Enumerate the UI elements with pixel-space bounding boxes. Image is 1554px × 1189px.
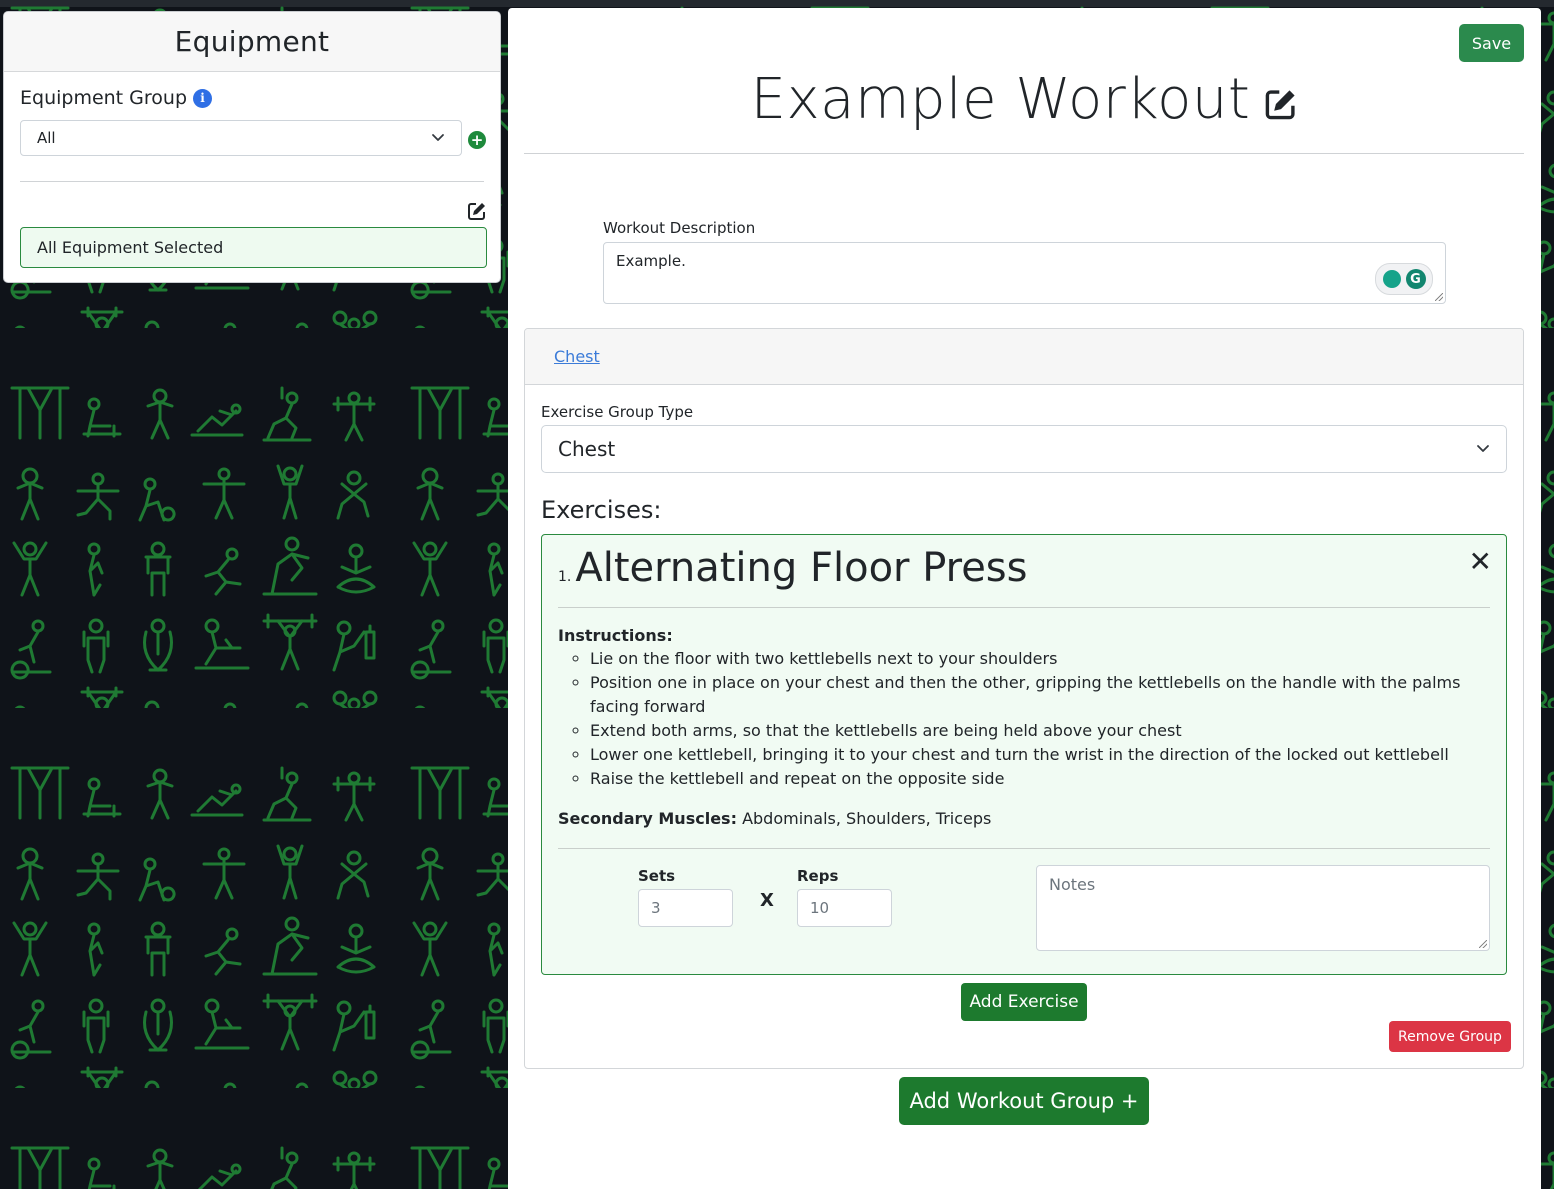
- workout-group-card: Chest Exercise Group Type Chest Exercise…: [524, 328, 1524, 1069]
- secondary-muscles-value: Abdominals, Shoulders, Triceps: [742, 809, 992, 828]
- notes-placeholder: Notes: [1049, 875, 1096, 894]
- workout-description-textarea[interactable]: Example. G: [603, 242, 1446, 304]
- instruction-item: Position one in place on your chest and …: [590, 671, 1510, 719]
- reps-label: Reps: [797, 867, 839, 885]
- divider: [558, 848, 1490, 849]
- instructions-heading: Instructions:: [558, 626, 673, 645]
- grammarly-bulb-icon[interactable]: [1382, 270, 1401, 288]
- add-circle-icon[interactable]: +: [468, 131, 486, 149]
- exercise-group-type-label: Exercise Group Type: [541, 403, 694, 421]
- info-icon[interactable]: i: [193, 88, 213, 108]
- instruction-item: Lower one kettlebell, bringing it to you…: [590, 743, 1510, 767]
- exercise-group-type-value: Chest: [558, 437, 616, 461]
- secondary-muscles-label: Secondary Muscles:: [558, 809, 737, 828]
- close-icon[interactable]: ✕: [1469, 545, 1492, 578]
- exercises-heading: Exercises:: [541, 496, 662, 524]
- instruction-item: Lie on the floor with two kettlebells ne…: [590, 647, 1510, 671]
- chevron-down-icon: [1477, 445, 1489, 452]
- instructions-list: Lie on the floor with two kettlebells ne…: [558, 647, 1510, 791]
- grammarly-widget[interactable]: G: [1375, 263, 1433, 295]
- divider: [20, 181, 484, 182]
- exercise-number: 1.: [558, 569, 572, 585]
- add-workout-group-button[interactable]: Add Workout Group +: [899, 1077, 1149, 1125]
- secondary-muscles: Secondary Muscles: Abdominals, Shoulders…: [558, 809, 991, 828]
- exercise-group-type-select[interactable]: Chest: [541, 425, 1507, 473]
- equipment-group-label-text: Equipment Group: [20, 87, 188, 109]
- workout-group-header: Chest: [525, 329, 1523, 385]
- group-tab-link[interactable]: Chest: [554, 347, 600, 366]
- divider: [558, 607, 1490, 608]
- equipment-selected-status: All Equipment Selected: [20, 227, 487, 268]
- instruction-item: Extend both arms, so that the kettlebell…: [590, 719, 1510, 743]
- workout-description-label: Workout Description: [603, 219, 756, 237]
- equipment-group-select[interactable]: All: [20, 120, 462, 156]
- notes-textarea[interactable]: Notes: [1036, 865, 1490, 951]
- grammarly-icon[interactable]: G: [1405, 269, 1426, 289]
- reps-input[interactable]: 10: [797, 889, 892, 927]
- add-exercise-button[interactable]: Add Exercise: [961, 983, 1087, 1021]
- workout-title: Example Workout: [750, 66, 1251, 132]
- sets-label: Sets: [638, 867, 676, 885]
- workout-title-row: Example Workout: [508, 64, 1541, 134]
- chevron-down-icon: [432, 134, 444, 141]
- exercise-title: 1. Alternating Floor Press: [558, 545, 1028, 591]
- divider: [524, 153, 1524, 154]
- equipment-panel-title: Equipment: [4, 12, 500, 72]
- sets-input[interactable]: 3: [638, 889, 733, 927]
- exercise-name: Alternating Floor Press: [575, 545, 1028, 591]
- equipment-group-select-value: All: [37, 129, 56, 147]
- equipment-panel: Equipment Equipment Group i All + All Eq…: [3, 11, 501, 283]
- exercise-card: 1. Alternating Floor Press ✕ Instruction…: [541, 534, 1507, 975]
- workout-description-value: Example.: [616, 252, 686, 270]
- remove-group-button[interactable]: Remove Group: [1389, 1021, 1511, 1052]
- resize-handle[interactable]: [1479, 940, 1487, 948]
- resize-handle[interactable]: [1435, 293, 1443, 301]
- equipment-group-label: Equipment Group i: [20, 87, 213, 109]
- sets-reps-separator: X: [760, 890, 774, 911]
- save-button[interactable]: Save: [1459, 24, 1524, 62]
- edit-icon[interactable]: [1264, 87, 1298, 121]
- workout-editor-card: Save Example Workout Workout Description…: [508, 8, 1541, 1189]
- instruction-item: Raise the kettlebell and repeat on the o…: [590, 767, 1510, 791]
- edit-icon[interactable]: [467, 201, 487, 221]
